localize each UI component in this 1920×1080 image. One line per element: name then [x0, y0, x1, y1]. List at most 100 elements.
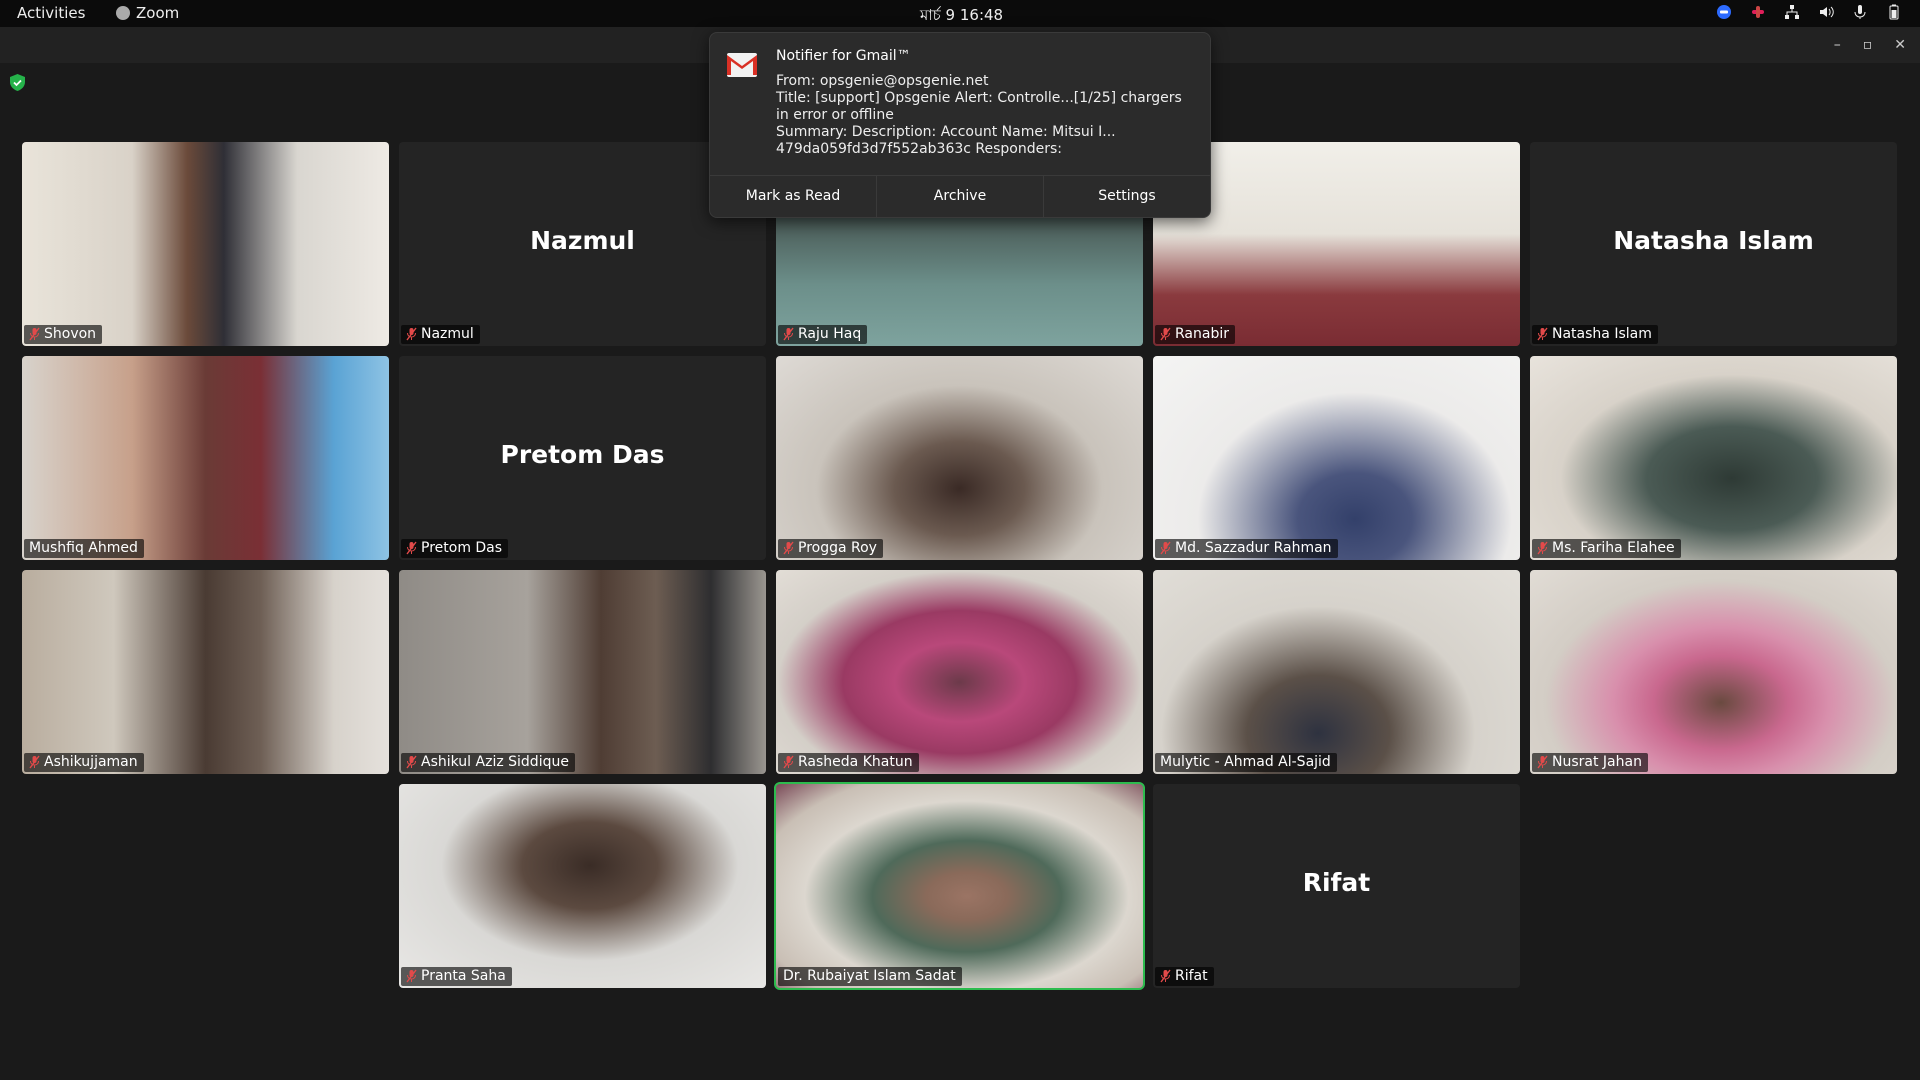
participant-name: Shovon: [44, 326, 97, 342]
zoom-tray-icon[interactable]: [1716, 4, 1732, 20]
battery-icon[interactable]: [1886, 4, 1902, 20]
muted-mic-icon: [406, 755, 417, 769]
muted-mic-icon: [783, 541, 794, 555]
network-icon[interactable]: [1784, 4, 1800, 20]
participant-label: Ms. Fariha Elahee: [1532, 539, 1681, 558]
minimize-button[interactable]: –: [1834, 37, 1841, 53]
participant-tile-natasha-islam[interactable]: Natasha Islam Natasha Islam: [1530, 142, 1897, 346]
video-feed: [399, 784, 766, 988]
participant-name: Ms. Fariha Elahee: [1552, 540, 1675, 556]
gmail-notification[interactable]: Notifier for Gmail™ From: opsgenie@opsge…: [709, 32, 1211, 218]
muted-mic-icon: [29, 755, 40, 769]
activities-button[interactable]: Activities: [17, 4, 85, 22]
participant-name: Mushfiq Ahmed: [29, 540, 138, 556]
notification-actions: Mark as Read Archive Settings: [710, 175, 1210, 218]
participant-label: Shovon: [24, 325, 103, 344]
video-feed: [22, 356, 389, 560]
slack-tray-icon[interactable]: [1750, 4, 1766, 20]
participant-label: Rifat: [1155, 967, 1214, 986]
muted-mic-icon: [1160, 541, 1171, 555]
participant-label: Md. Sazzadur Rahman: [1155, 539, 1338, 558]
notification-summary: Summary: Description: Account Name: Mits…: [776, 124, 1116, 157]
muted-mic-icon: [29, 327, 40, 341]
video-feed: [1153, 356, 1520, 560]
encryption-shield-icon[interactable]: [10, 74, 25, 91]
video-feed: [1530, 356, 1897, 560]
video-feed: [399, 570, 766, 774]
video-feed: [776, 570, 1143, 774]
participant-display-name: Pretom Das: [500, 440, 665, 469]
participant-tile-pretom-das[interactable]: Pretom Das Pretom Das: [399, 356, 766, 560]
muted-mic-icon: [406, 327, 417, 341]
participant-tile-rasheda-khatun[interactable]: Rasheda Khatun: [776, 570, 1143, 774]
participant-tile-md-sazzadur-rahman[interactable]: Md. Sazzadur Rahman: [1153, 356, 1520, 560]
participant-label: Mulytic - Ahmad Al-Sajid: [1155, 753, 1337, 772]
notification-body: From: opsgenie@opsgenie.net Title: [supp…: [776, 73, 1196, 158]
microphone-icon[interactable]: [1852, 4, 1868, 20]
archive-button[interactable]: Archive: [877, 176, 1044, 218]
participant-tile-mushfiq-ahmed[interactable]: Mushfiq Ahmed: [22, 356, 389, 560]
participant-label: Pranta Saha: [401, 967, 512, 986]
participant-name: Ashikul Aziz Siddique: [421, 754, 569, 770]
participant-tile-nusrat-jahan[interactable]: Nusrat Jahan: [1530, 570, 1897, 774]
participant-label: Nazmul: [401, 325, 480, 344]
volume-icon[interactable]: [1818, 4, 1834, 20]
notification-from: From: opsgenie@opsgenie.net: [776, 73, 989, 89]
participant-tile-mulytic-ahmad-al-sajid[interactable]: Mulytic - Ahmad Al-Sajid: [1153, 570, 1520, 774]
participant-label: Dr. Rubaiyat Islam Sadat: [778, 967, 962, 986]
muted-mic-icon: [783, 327, 794, 341]
video-feed: [1530, 570, 1897, 774]
participant-label: Pretom Das: [401, 539, 509, 558]
participant-tile-ashikul-aziz-siddique[interactable]: Ashikul Aziz Siddique: [399, 570, 766, 774]
participant-name: Pranta Saha: [421, 968, 506, 984]
participant-name: Progga Roy: [798, 540, 877, 556]
participant-label: Nusrat Jahan: [1532, 753, 1648, 772]
muted-mic-icon: [1537, 541, 1548, 555]
clock[interactable]: মার্চ 9 16:48: [920, 4, 1003, 29]
participant-tile-ms-fariha-elahee[interactable]: Ms. Fariha Elahee: [1530, 356, 1897, 560]
muted-mic-icon: [783, 755, 794, 769]
muted-mic-icon: [406, 541, 417, 555]
participant-name: Nazmul: [421, 326, 474, 342]
participant-label: Ashikujjaman: [24, 753, 144, 772]
muted-mic-icon: [1537, 755, 1548, 769]
participant-name: Ashikujjaman: [44, 754, 138, 770]
window-controls: – ▫ ✕: [1834, 37, 1906, 53]
participant-tile-pranta-saha[interactable]: Pranta Saha: [399, 784, 766, 988]
muted-mic-icon: [1537, 327, 1548, 341]
participant-label: Ashikul Aziz Siddique: [401, 753, 575, 772]
participant-tile-rifat[interactable]: Rifat Rifat: [1153, 784, 1520, 988]
mark-as-read-button[interactable]: Mark as Read: [710, 176, 877, 218]
settings-button[interactable]: Settings: [1044, 176, 1210, 218]
participant-tile-progga-roy[interactable]: Progga Roy: [776, 356, 1143, 560]
system-tray: [1716, 4, 1902, 20]
participant-name: Ranabir: [1175, 326, 1229, 342]
participant-name: Pretom Das: [421, 540, 503, 556]
participant-label: Ranabir: [1155, 325, 1235, 344]
participant-label: Natasha Islam: [1532, 325, 1658, 344]
notification-title-line: Title: [support] Opsgenie Alert: Control…: [776, 90, 1182, 123]
video-feed: [776, 784, 1143, 988]
participant-label: Rasheda Khatun: [778, 753, 919, 772]
participant-name: Nusrat Jahan: [1552, 754, 1642, 770]
muted-mic-icon: [1160, 969, 1171, 983]
participant-tile-dr-rubaiyat-islam-sadat[interactable]: Dr. Rubaiyat Islam Sadat: [774, 782, 1145, 990]
muted-mic-icon: [1160, 327, 1171, 341]
participant-tile-shovon[interactable]: Shovon: [22, 142, 389, 346]
maximize-button[interactable]: ▫: [1863, 37, 1873, 53]
participant-label: Raju Haq: [778, 325, 868, 344]
participant-name: Natasha Islam: [1552, 326, 1652, 342]
participant-name: Rifat: [1175, 968, 1208, 984]
participant-label: Mushfiq Ahmed: [24, 539, 144, 558]
participant-tile-ashikujjaman[interactable]: Ashikujjaman: [22, 570, 389, 774]
video-feed: [1153, 570, 1520, 774]
participant-name: Md. Sazzadur Rahman: [1175, 540, 1332, 556]
app-name: Zoom: [136, 4, 180, 22]
participant-label: Progga Roy: [778, 539, 883, 558]
participant-name: Mulytic - Ahmad Al-Sajid: [1160, 754, 1331, 770]
close-button[interactable]: ✕: [1894, 37, 1906, 53]
video-feed: [776, 356, 1143, 560]
participant-display-name: Nazmul: [530, 226, 635, 255]
participant-name: Raju Haq: [798, 326, 862, 342]
app-menu[interactable]: Zoom: [116, 4, 179, 22]
